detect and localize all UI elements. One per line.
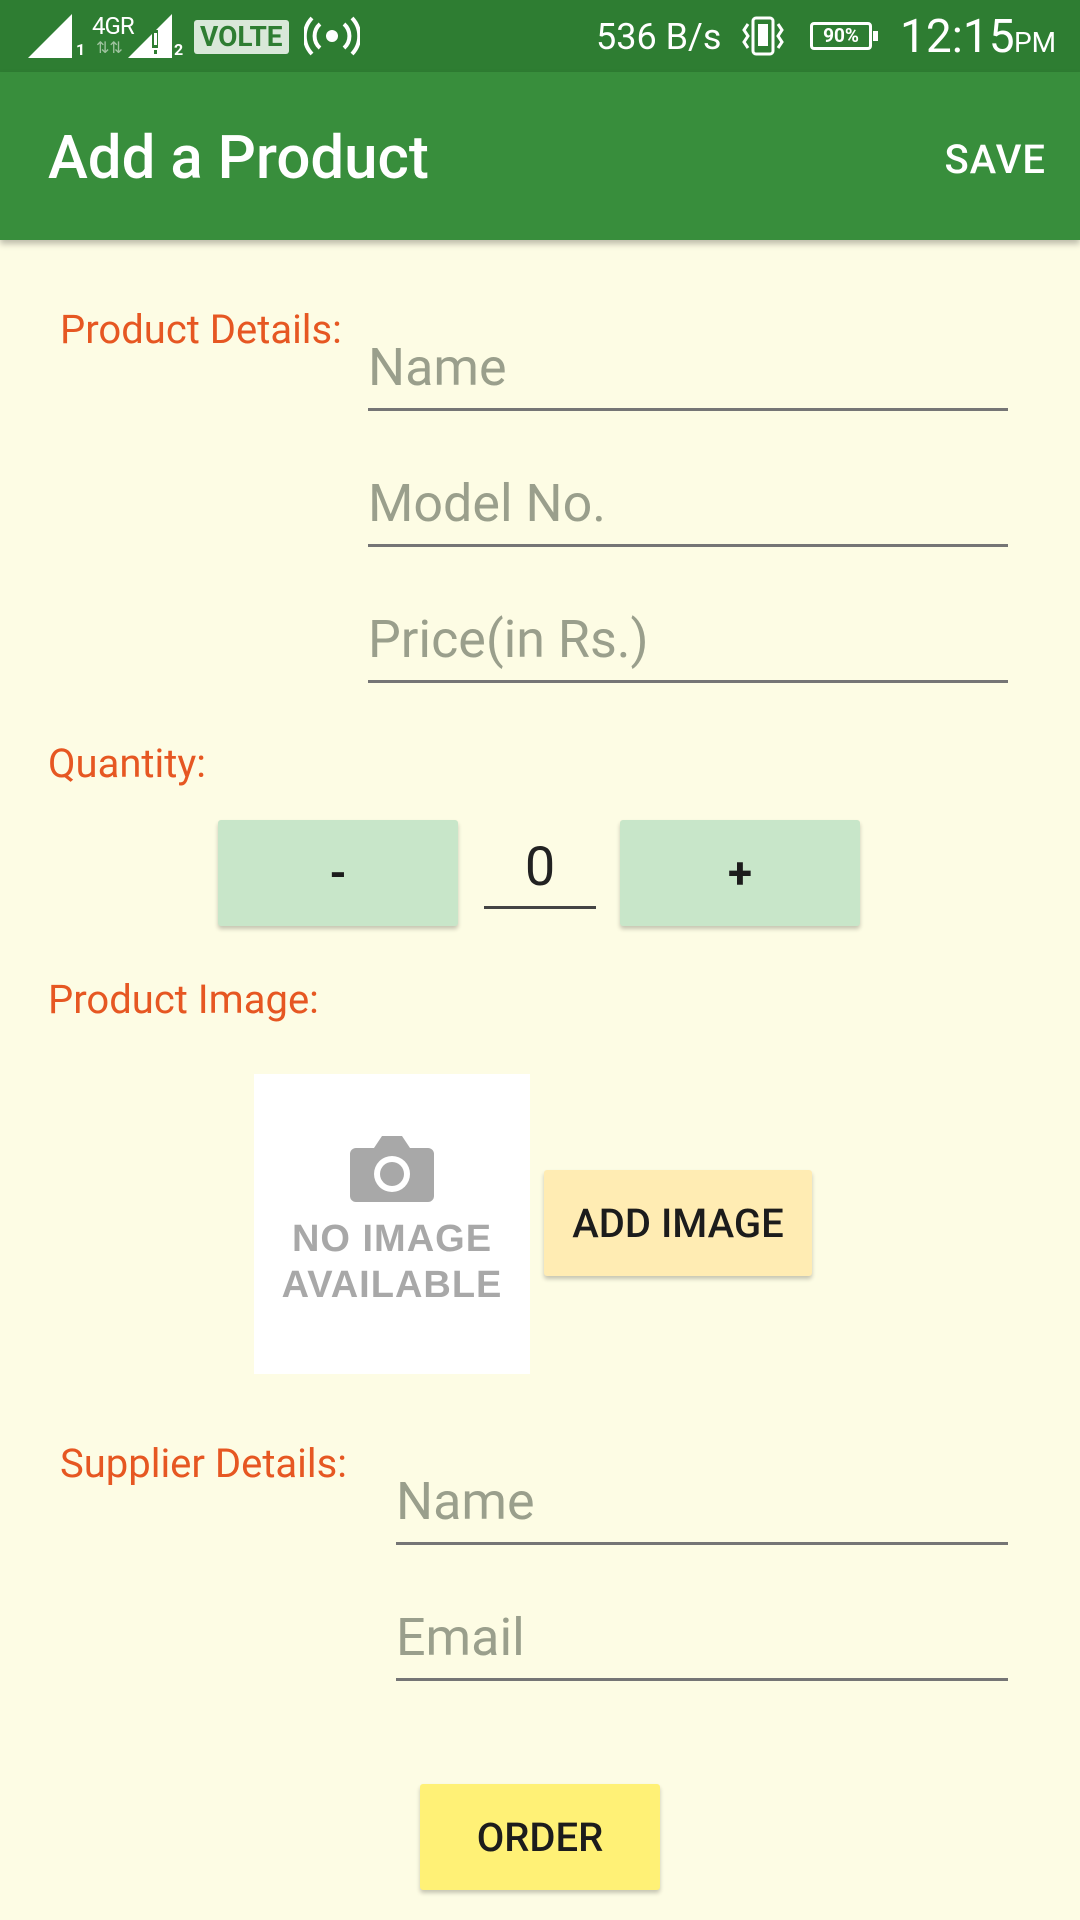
status-bar: 1 4GR ⇅⇅ 2 VOLTE 536 B/s 90% 12:15 PM [0, 0, 1080, 72]
supplier-email-placeholder: Email [396, 1607, 525, 1668]
signal-icon-sim2 [128, 14, 172, 58]
network-speed: 536 B/s [596, 16, 722, 58]
increment-button[interactable]: + [620, 820, 860, 926]
model-number-field[interactable]: Model No. [368, 473, 1008, 547]
product-details-label: Product Details: [60, 306, 342, 353]
quantity-value[interactable]: 0 [484, 836, 596, 909]
save-button[interactable]: SAVE [944, 136, 1046, 183]
quantity-label: Quantity: [48, 740, 206, 787]
no-image-line2: AVAILABLE [281, 1264, 503, 1306]
sim2-label: 2 [174, 40, 184, 59]
order-button[interactable]: ORDER [420, 1784, 660, 1890]
product-name-placeholder: Name [368, 337, 507, 398]
sim1-label: 1 [76, 40, 86, 59]
signal-icon [28, 14, 72, 58]
battery-percent: 90% [823, 24, 859, 47]
supplier-name-placeholder: Name [396, 1471, 535, 1532]
supplier-name-field[interactable]: Name [396, 1471, 1008, 1545]
price-placeholder: Price(in Rs.) [368, 609, 649, 670]
volte-badge: VOLTE [194, 20, 289, 54]
page-title: Add a Product [48, 122, 429, 193]
supplier-email-field[interactable]: Email [396, 1607, 1008, 1681]
vibrate-icon [742, 16, 784, 56]
hotspot-icon [304, 16, 360, 56]
model-number-placeholder: Model No. [368, 473, 606, 534]
no-image-line1: NO IMAGE [291, 1218, 493, 1260]
clock-time: 12:15 [900, 10, 1015, 64]
price-field[interactable]: Price(in Rs.) [368, 609, 1008, 683]
data-arrows-icon: ⇅⇅ [96, 38, 123, 57]
add-image-button[interactable]: ADD IMAGE [544, 1170, 812, 1276]
product-name-field[interactable]: Name [368, 337, 1008, 411]
product-image-placeholder: NO IMAGE AVAILABLE [254, 1074, 530, 1374]
camera-icon [350, 1136, 434, 1202]
decrement-button[interactable]: - [218, 820, 458, 926]
clock-ampm: PM [1014, 26, 1057, 59]
battery-tip [873, 31, 878, 41]
battery-icon: 90% [810, 22, 878, 50]
no-image-text: NO IMAGE AVAILABLE [254, 1216, 530, 1308]
product-image-label: Product Image: [48, 976, 319, 1023]
app-bar: Add a Product SAVE [0, 72, 1080, 240]
supplier-details-label: Supplier Details: [60, 1440, 347, 1487]
